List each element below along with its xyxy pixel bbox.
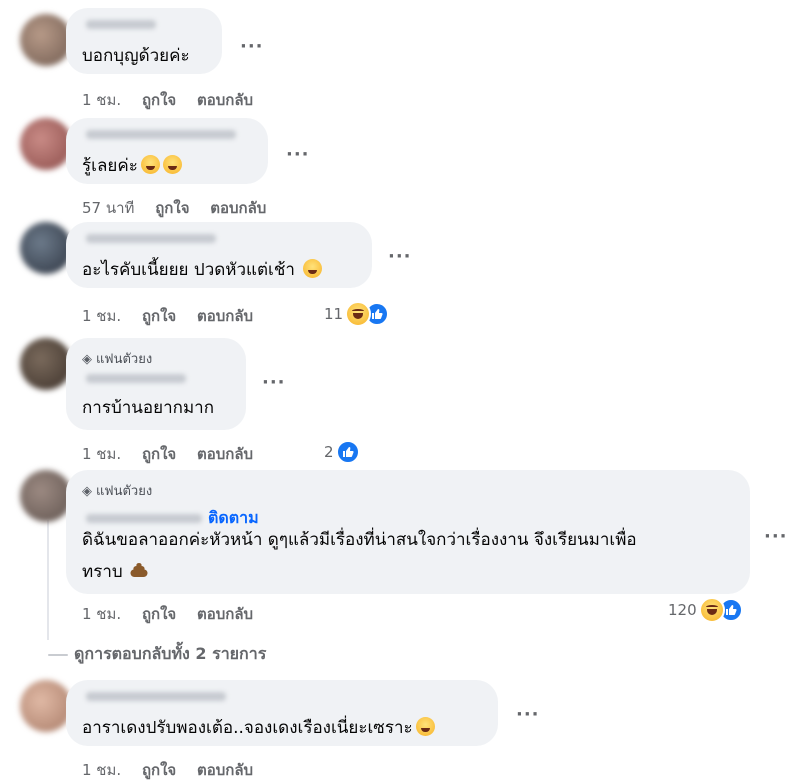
- commenter-name[interactable]: [86, 514, 202, 523]
- more-options-button[interactable]: ···: [516, 704, 540, 725]
- commenter-name[interactable]: [86, 234, 216, 243]
- view-replies-link[interactable]: ดูการตอบกลับทั้ง 2 รายการ: [74, 642, 266, 667]
- diamond-icon: ◈: [82, 352, 92, 367]
- like-button[interactable]: ถูกใจ: [142, 602, 176, 626]
- avatar[interactable]: [20, 118, 72, 170]
- diamond-icon: ◈: [82, 484, 92, 499]
- more-options-button[interactable]: ···: [764, 526, 788, 547]
- timestamp[interactable]: 1 ชม.: [82, 602, 121, 626]
- comment-meta: 1 ชม. ถูกใจ ตอบกลับ: [82, 758, 253, 782]
- avatar[interactable]: [20, 222, 72, 274]
- reaction-count: 120: [668, 601, 697, 619]
- comment-meta: 1 ชม. ถูกใจ ตอบกลับ: [82, 304, 253, 328]
- comment-text: รู้เลยค่ะ: [82, 154, 182, 178]
- more-options-button[interactable]: ···: [286, 144, 310, 165]
- comment-meta: 1 ชม. ถูกใจ ตอบกลับ: [82, 88, 253, 112]
- reaction-count: 2: [324, 443, 334, 461]
- timestamp[interactable]: 1 ชม.: [82, 442, 121, 466]
- reaction-summary[interactable]: 120: [668, 597, 743, 623]
- reply-button[interactable]: ตอบกลับ: [197, 304, 253, 328]
- commenter-name[interactable]: [86, 130, 236, 139]
- haha-reaction-icon: [345, 301, 372, 327]
- comment-text: อะไรคับเนี้ยยย ปวดหัวแต่เช้า: [82, 258, 322, 282]
- reply-button[interactable]: ตอบกลับ: [197, 758, 253, 782]
- tired-emoji-icon: [302, 259, 322, 278]
- comment-text-line1: ดิฉันขอลาออกค่ะหัวหน้า ดูๆแล้วมีเรื่องที…: [82, 530, 637, 550]
- fan-badge: ◈ แฟนตัวยง: [82, 348, 152, 369]
- comment-text-content: อะไรคับเนี้ยยย ปวดหัวแต่เช้า: [82, 260, 295, 280]
- comment-text: อาราเดงปรับพองเต้อ..จองเดงเรืองเนี่ยะเซร…: [82, 716, 435, 740]
- reply-button[interactable]: ตอบกลับ: [210, 196, 266, 220]
- like-button[interactable]: ถูกใจ: [142, 758, 176, 782]
- commenter-name[interactable]: [86, 20, 156, 29]
- fan-badge-label: แฟนตัวยง: [96, 484, 153, 499]
- comment-meta: 1 ชม. ถูกใจ ตอบกลับ: [82, 442, 253, 466]
- comment-text-content: อาราเดงปรับพองเต้อ..จองเดงเรืองเนี่ยะเซร…: [82, 718, 413, 738]
- reply-button[interactable]: ตอบกลับ: [197, 88, 253, 112]
- comment-bubble: อาราเดงปรับพองเต้อ..จองเดงเรืองเนี่ยะเซร…: [66, 680, 498, 746]
- thread-line: [47, 520, 49, 640]
- more-options-button[interactable]: ···: [262, 372, 286, 393]
- more-options-button[interactable]: ···: [388, 246, 412, 267]
- avatar[interactable]: [20, 14, 72, 66]
- reply-button[interactable]: ตอบกลับ: [197, 442, 253, 466]
- like-reaction-icon: [335, 440, 360, 464]
- comment-text: การบ้านอยากมาก: [82, 398, 214, 418]
- haha-reaction-icon: [698, 597, 725, 623]
- fan-badge: ◈ แฟนตัวยง: [82, 480, 152, 501]
- avatar[interactable]: [20, 470, 72, 522]
- more-options-button[interactable]: ···: [240, 36, 264, 57]
- reaction-summary[interactable]: 2: [324, 440, 360, 464]
- timestamp[interactable]: 57 นาที: [82, 196, 134, 220]
- reply-button[interactable]: ตอบกลับ: [197, 602, 253, 626]
- grin-emoji-icon: [162, 155, 182, 174]
- comment-bubble: ◈ แฟนตัวยง ติดตาม ดิฉันขอลาออกค่ะหัวหน้า …: [66, 470, 750, 594]
- replies-connector: [48, 654, 68, 656]
- reaction-count: 11: [324, 305, 344, 323]
- like-button[interactable]: ถูกใจ: [142, 88, 176, 112]
- comment-bubble: ◈ แฟนตัวยง การบ้านอยากมาก: [66, 338, 246, 430]
- timestamp[interactable]: 1 ชม.: [82, 304, 121, 328]
- comment-bubble: บอกบุญด้วยค่ะ: [66, 8, 222, 74]
- comment-text: บอกบุญด้วยค่ะ: [82, 46, 190, 66]
- comment-meta: 57 นาที ถูกใจ ตอบกลับ: [82, 196, 266, 220]
- timestamp[interactable]: 1 ชม.: [82, 758, 121, 782]
- commenter-name[interactable]: [86, 374, 186, 383]
- poop-emoji-icon: [130, 563, 148, 577]
- rofl-emoji-icon: [415, 717, 435, 736]
- avatar[interactable]: [20, 680, 72, 732]
- timestamp[interactable]: 1 ชม.: [82, 88, 121, 112]
- like-button[interactable]: ถูกใจ: [142, 442, 176, 466]
- comment-meta: 1 ชม. ถูกใจ ตอบกลับ: [82, 602, 253, 626]
- like-button[interactable]: ถูกใจ: [155, 196, 189, 220]
- comment-bubble: รู้เลยค่ะ: [66, 118, 268, 184]
- reaction-summary[interactable]: 11: [324, 301, 390, 327]
- like-button[interactable]: ถูกใจ: [142, 304, 176, 328]
- emoji-icon: [140, 155, 160, 174]
- comment-text-content: ทราบ: [82, 562, 123, 582]
- comment-text-content: รู้เลยค่ะ: [82, 156, 138, 176]
- commenter-name[interactable]: [86, 692, 226, 701]
- fan-badge-label: แฟนตัวยง: [96, 352, 153, 367]
- avatar[interactable]: [20, 338, 72, 390]
- comment-text-line2: ทราบ: [82, 560, 149, 584]
- comment-bubble: อะไรคับเนี้ยยย ปวดหัวแต่เช้า: [66, 222, 372, 288]
